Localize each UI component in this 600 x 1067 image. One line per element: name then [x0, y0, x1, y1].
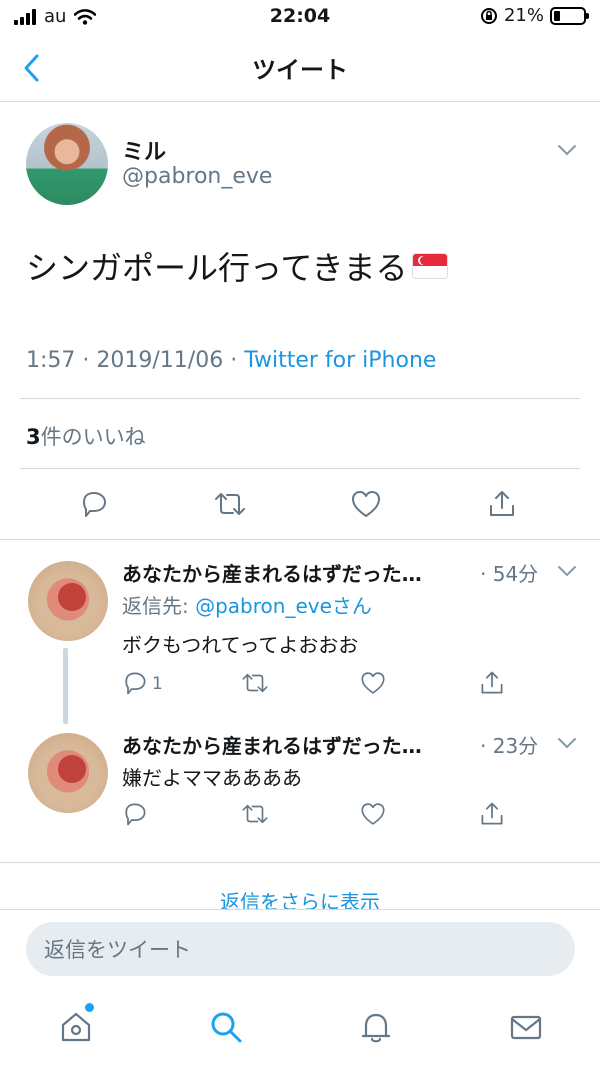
like-button[interactable]	[346, 484, 386, 524]
search-icon	[211, 1012, 242, 1043]
reply-button[interactable]	[74, 484, 114, 524]
reply-text: ボクもつれてってよおおお	[122, 633, 359, 657]
share-button[interactable]	[475, 666, 509, 700]
divider	[20, 468, 580, 469]
reply-to-line: 返信先: @pabron_eveさん	[122, 590, 372, 619]
reply-avatar[interactable]	[28, 733, 108, 813]
likes-label: 件のいいね	[40, 425, 146, 449]
chevron-down-icon[interactable]	[556, 562, 578, 580]
tweet-text: シンガポール行ってきまる	[26, 243, 448, 289]
share-button[interactable]	[482, 484, 522, 524]
tweet-body: シンガポール行ってきまる	[26, 249, 408, 287]
share-icon	[490, 491, 514, 516]
page-title: ツイート	[252, 56, 348, 84]
likes-count: 3	[26, 425, 41, 449]
reply-button[interactable]	[118, 797, 152, 831]
status-right: 21%	[480, 5, 589, 26]
heart-icon	[361, 803, 385, 825]
home-icon	[61, 1012, 91, 1042]
chevron-down-icon[interactable]	[556, 734, 578, 752]
reply-icon	[125, 803, 146, 826]
heart-icon	[352, 491, 380, 517]
battery-icon	[550, 6, 589, 25]
reply-user-name[interactable]: あなたから産まれるはずだった…	[122, 558, 462, 587]
divider	[20, 398, 580, 399]
reply-to-prefix: 返信先:	[122, 594, 196, 618]
reply-time: · 54分	[480, 562, 539, 586]
like-button[interactable]	[356, 666, 390, 700]
reply-text: 嫌だよママああああ	[122, 766, 302, 790]
tweet-time: 1:57	[26, 348, 76, 373]
chevron-down-icon[interactable]	[555, 140, 579, 160]
retweet-icon	[215, 493, 245, 515]
reply-to-mention[interactable]: @pabron_eve	[195, 594, 332, 618]
orientation-lock-icon	[480, 7, 497, 24]
share-button[interactable]	[475, 797, 509, 831]
tab-search[interactable]	[206, 1007, 246, 1047]
retweet-button[interactable]	[238, 666, 272, 700]
likes-row[interactable]: 3件のいいね	[26, 421, 146, 451]
reply-icon	[125, 672, 146, 695]
like-button[interactable]	[356, 797, 390, 831]
tweet-actions	[0, 484, 600, 524]
user-name[interactable]: ミル	[122, 134, 166, 166]
thread-line	[63, 648, 68, 724]
tweet-source-link[interactable]: Twitter for iPhone	[244, 348, 436, 373]
reply-button[interactable]	[118, 666, 152, 700]
tab-notifications[interactable]	[356, 1007, 396, 1047]
tweet-date: 2019/11/06	[96, 348, 224, 373]
heart-icon	[361, 672, 385, 694]
reply-to-suffix: さん	[331, 594, 372, 618]
user-handle[interactable]: @pabron_eve	[122, 164, 272, 189]
reply-input[interactable]: 返信をツイート	[26, 922, 575, 976]
reply-avatar[interactable]	[28, 561, 108, 641]
reply-composer: 返信をツイート	[0, 909, 600, 989]
reply-icon	[83, 492, 106, 517]
avatar[interactable]	[26, 123, 108, 205]
divider	[0, 539, 600, 540]
reply-user-name[interactable]: あなたから産まれるはずだった…	[122, 730, 462, 759]
reply-time: · 23分	[480, 734, 539, 758]
share-icon	[481, 802, 503, 825]
tab-bar	[0, 989, 600, 1067]
singapore-flag-icon	[413, 254, 448, 278]
notifications-icon	[361, 1013, 391, 1043]
notification-dot	[85, 1003, 94, 1012]
retweet-button[interactable]	[210, 484, 250, 524]
messages-icon	[510, 1015, 542, 1040]
share-icon	[481, 671, 503, 694]
divider	[0, 862, 600, 863]
battery-percent: 21%	[503, 5, 544, 26]
reply-count: 1	[152, 674, 163, 694]
retweet-button[interactable]	[238, 797, 272, 831]
nav-bar: ツイート	[0, 34, 600, 102]
retweet-icon	[242, 673, 268, 693]
tweet-meta: 1:57 · 2019/11/06 · Twitter for iPhone	[26, 348, 437, 373]
tab-messages[interactable]	[506, 1007, 546, 1047]
retweet-icon	[242, 804, 268, 824]
status-bar: au 22:04 21%	[0, 0, 600, 34]
tab-home[interactable]	[56, 1003, 96, 1047]
